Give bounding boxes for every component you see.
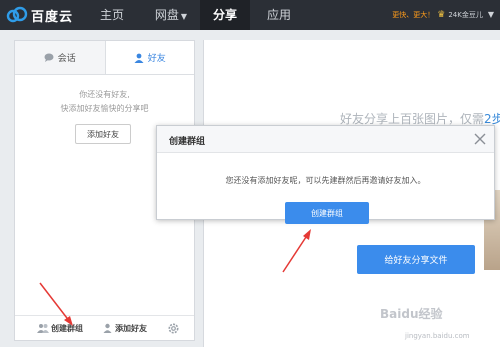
- add-friend-footer-button[interactable]: 添加好友: [103, 323, 147, 334]
- create-group-label: 创建群组: [51, 323, 83, 333]
- dialog-header: 创建群组: [157, 126, 494, 153]
- tab-friends-label: 好友: [147, 54, 166, 64]
- dialog-message: 您还没有添加好友呢，可以先建群然后再邀请好友加入。: [225, 176, 426, 185]
- create-group-button[interactable]: 创建群组: [37, 323, 83, 334]
- logo[interactable]: 百度云: [6, 5, 73, 25]
- nav-home-label: 主页: [99, 8, 124, 22]
- chat-bubble-icon: [44, 53, 54, 62]
- dialog-title: 创建群组: [169, 137, 206, 147]
- logo-text: 百度云: [31, 9, 74, 25]
- promo-text-main: 好友分享上百张图片，仅需: [340, 112, 485, 126]
- nav-apps-label: 应用: [266, 8, 291, 22]
- nav-netdisk[interactable]: 网盘 ▼: [144, 0, 198, 30]
- nav-apps[interactable]: 应用: [254, 0, 304, 30]
- tab-conversations-label: 会话: [57, 54, 76, 64]
- cloud-logo-icon: [6, 6, 28, 23]
- group-icon: [37, 324, 49, 333]
- person-icon: [134, 53, 144, 63]
- nav-netdisk-label: 网盘: [154, 8, 179, 22]
- create-group-confirm-button[interactable]: 创建群组: [285, 202, 369, 224]
- chevron-down-icon: ▼: [180, 12, 188, 21]
- add-friend-button[interactable]: 添加好友: [75, 124, 131, 144]
- nav-home[interactable]: 主页: [90, 0, 134, 30]
- user-area: 更快、更大！ ♛ 24K金豆儿 ▼: [392, 0, 494, 30]
- empty-state-line-1: 你还没有好友,: [79, 90, 130, 99]
- close-icon[interactable]: [472, 131, 488, 147]
- watermark: Baidu经验: [380, 307, 443, 321]
- create-group-dialog: 创建群组 您还没有添加好友呢，可以先建群然后再邀请好友加入。 创建群组: [156, 125, 495, 224]
- tab-conversations[interactable]: 会话: [15, 41, 105, 74]
- add-friend-footer-label: 添加好友: [115, 323, 147, 333]
- chat-tabs: 会话 好友: [15, 41, 194, 75]
- top-navigation-bar: 百度云 主页 网盘 ▼ 分享 应用 更快、更大！ ♛ 24K金豆儿 ▼: [0, 0, 500, 30]
- upgrade-link[interactable]: 更快、更大！: [392, 0, 434, 30]
- user-menu-chevron-icon[interactable]: ▼: [488, 0, 494, 30]
- empty-state-line-2: 快添加好友愉快的分享吧: [60, 104, 149, 113]
- username[interactable]: 24K金豆儿: [448, 0, 483, 30]
- watermark-url: jingyan.baidu.com: [405, 332, 470, 340]
- crown-icon: ♛: [437, 10, 446, 20]
- tab-friends[interactable]: 好友: [104, 41, 194, 74]
- nav-share-label: 分享: [212, 8, 237, 22]
- chat-panel-footer: 创建群组 添加好友: [15, 315, 194, 340]
- share-to-friends-button[interactable]: 给好友分享文件: [357, 245, 475, 274]
- gear-icon[interactable]: [167, 322, 180, 335]
- add-person-icon: [103, 323, 112, 333]
- promo-text-highlight: 2步: [484, 112, 500, 126]
- nav-share[interactable]: 分享: [200, 0, 250, 30]
